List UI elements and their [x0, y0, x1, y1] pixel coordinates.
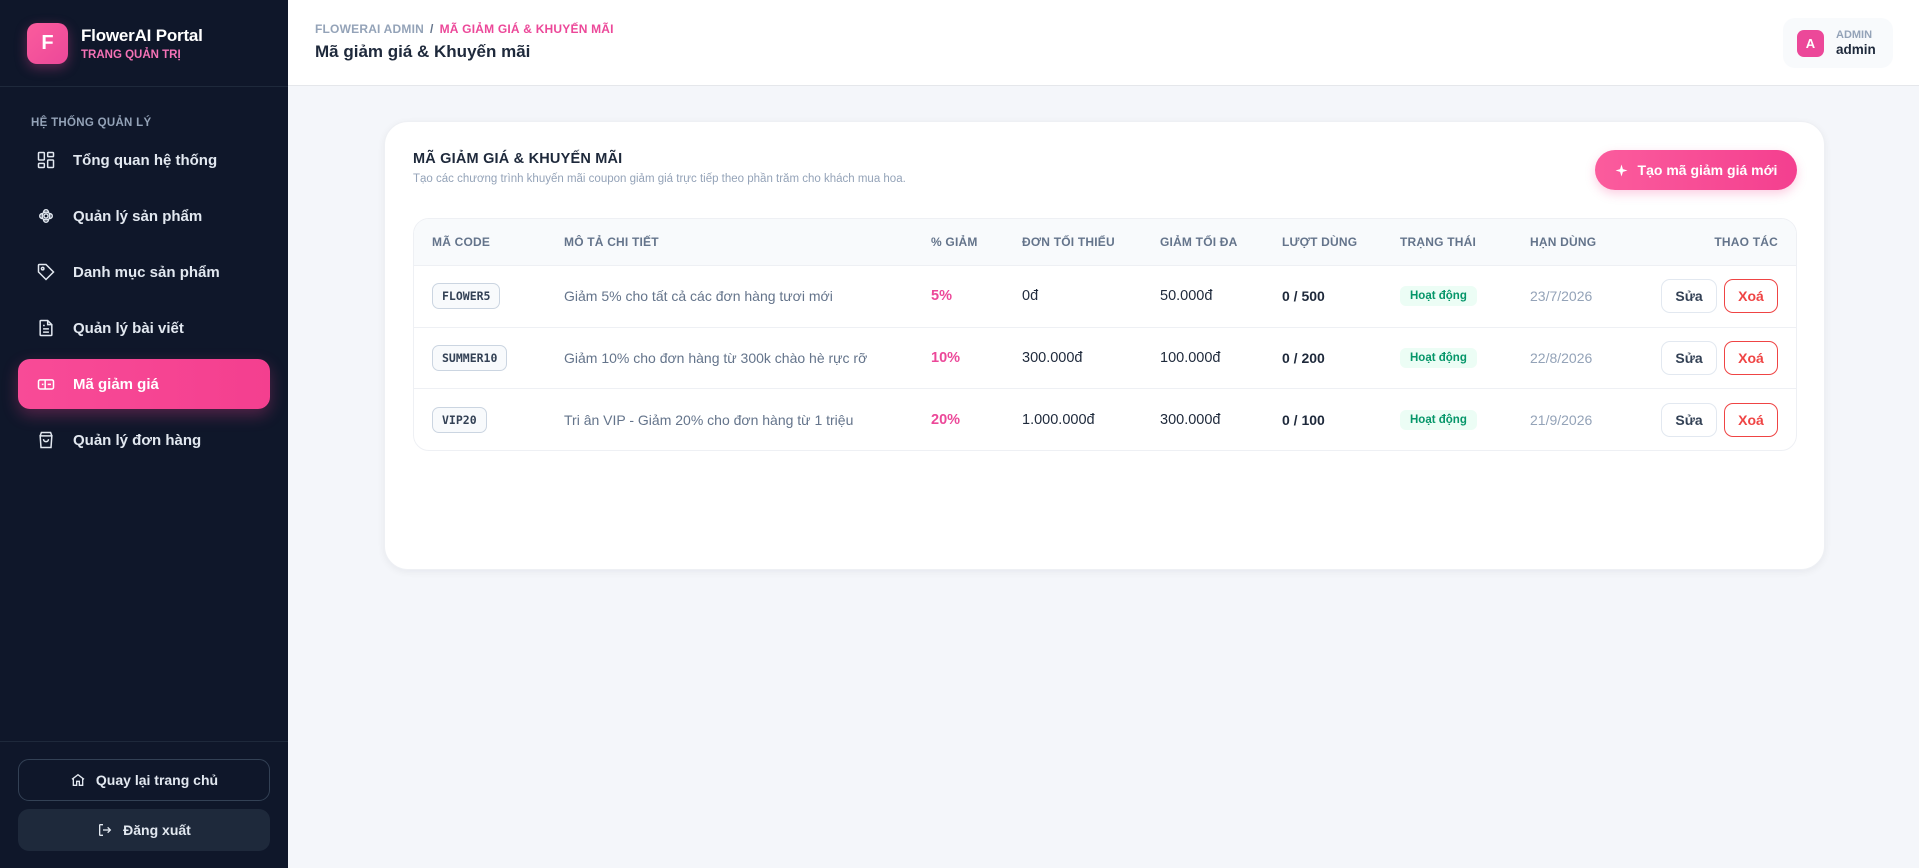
sparkle-icon — [1615, 164, 1628, 176]
back-home-button[interactable]: Quay lại trang chủ — [18, 759, 270, 801]
col-header-code: MÃ CODE — [432, 235, 491, 249]
sidebar-item-orders[interactable]: Quản lý đơn hàng — [18, 415, 270, 465]
edit-button[interactable]: Sửa — [1661, 279, 1717, 314]
coupon-min-order: 300.000đ — [1022, 349, 1083, 366]
col-header-max: GIẢM TỐI ĐA — [1160, 235, 1238, 249]
sidebar-item-label: Quản lý bài viết — [73, 319, 184, 337]
coupon-expiry: 22/8/2026 — [1530, 349, 1593, 366]
coupon-pct: 5% — [931, 288, 952, 305]
coupon-desc: Giảm 10% cho đơn hàng từ 300k chào hè rự… — [564, 349, 868, 366]
user-menu[interactable]: A ADMIN admin — [1783, 18, 1893, 68]
logout-button[interactable]: Đăng xuất — [18, 809, 270, 851]
edit-button[interactable]: Sửa — [1661, 340, 1717, 375]
status-badge: Hoạt động — [1400, 286, 1477, 307]
coupon-code: VIP20 — [432, 406, 487, 433]
breadcrumb-current: MÃ GIẢM GIÁ & KHUYẾN MÃI — [439, 22, 614, 36]
document-icon — [39, 319, 53, 337]
sidebar-item-label: Danh mục sản phẩm — [73, 263, 220, 281]
col-header-expiry: HẠN DÙNG — [1530, 235, 1597, 249]
table-row: VIP20 Tri ân VIP - Giảm 20% cho đơn hàng… — [414, 389, 1796, 450]
table-row: FLOWER5 Giảm 5% cho tất cả các đơn hàng … — [414, 266, 1796, 328]
shopping-bag-icon — [39, 431, 53, 449]
coupon-min-order: 0đ — [1022, 288, 1039, 305]
logout-label: Đăng xuất — [123, 822, 191, 838]
table-row: SUMMER10 Giảm 10% cho đơn hàng từ 300k c… — [414, 328, 1796, 389]
flower-icon — [38, 208, 54, 224]
sidebar-item-categories[interactable]: Danh mục sản phẩm — [18, 247, 270, 297]
brand-name: FlowerAI Portal — [81, 25, 203, 45]
coupon-min-order: 1.000.000đ — [1022, 411, 1095, 428]
coupon-usage: 0 / 200 — [1282, 349, 1325, 366]
brand-text: FlowerAI Portal TRANG QUẢN TRỊ — [81, 26, 203, 61]
coupon-code: SUMMER10 — [432, 344, 508, 371]
col-header-usage: LƯỢT DÙNG — [1282, 235, 1358, 249]
user-role: ADMIN — [1836, 29, 1873, 41]
brand-logo: F — [27, 22, 68, 64]
sidebar-item-coupons[interactable]: Mã giảm giá — [18, 359, 270, 409]
coupon-pct: 20% — [931, 411, 961, 428]
sidebar-item-articles[interactable]: Quản lý bài viết — [18, 303, 270, 353]
tag-icon — [37, 263, 55, 281]
sidebar-item-label: Quản lý đơn hàng — [73, 431, 202, 449]
table-header: MÃ CODE MÔ TẢ CHI TIẾT % GIẢM ĐƠN TỐI TH… — [414, 219, 1796, 266]
sidebar-nav: Tổng quan hệ thống Quản lý sản phẩm Danh… — [0, 135, 288, 465]
create-coupon-label: Tạo mã giảm giá mới — [1637, 162, 1778, 178]
col-header-status: TRẠNG THÁI — [1400, 235, 1476, 249]
top-header: FLOWERAI ADMIN / MÃ GIẢM GIÁ & KHUYẾN MÃ… — [288, 0, 1919, 86]
create-coupon-button[interactable]: Tạo mã giảm giá mới — [1595, 150, 1797, 190]
col-header-min: ĐƠN TỐI THIỂU — [1022, 235, 1115, 249]
breadcrumb-separator: / — [430, 22, 434, 36]
logout-icon — [99, 824, 112, 836]
brand: F FlowerAI Portal TRANG QUẢN TRỊ — [0, 0, 288, 87]
user-name: admin — [1836, 42, 1876, 57]
user-info: ADMIN admin — [1836, 29, 1876, 57]
sidebar-item-products[interactable]: Quản lý sản phẩm — [18, 191, 270, 241]
ticket-icon — [37, 379, 55, 390]
grid-icon — [37, 151, 55, 169]
delete-button[interactable]: Xoá — [1724, 340, 1778, 375]
status-badge: Hoạt động — [1400, 409, 1477, 430]
back-home-label: Quay lại trang chủ — [95, 772, 219, 788]
coupon-expiry: 23/7/2026 — [1530, 288, 1593, 305]
edit-button[interactable]: Sửa — [1661, 402, 1717, 437]
coupon-max-discount: 100.000đ — [1160, 349, 1221, 366]
brand-subtitle: TRANG QUẢN TRỊ — [81, 48, 181, 61]
sidebar-item-label: Quản lý sản phẩm — [73, 207, 203, 225]
status-badge: Hoạt động — [1400, 347, 1477, 368]
coupon-max-discount: 50.000đ — [1160, 288, 1213, 305]
sidebar-item-label: Tổng quan hệ thống — [73, 151, 218, 169]
coupon-expiry: 21/9/2026 — [1530, 411, 1593, 428]
nav-section-label: HỆ THỐNG QUẢN LÝ — [31, 117, 152, 129]
coupon-usage: 0 / 100 — [1282, 411, 1325, 428]
sidebar-item-dashboard[interactable]: Tổng quan hệ thống — [18, 135, 270, 185]
sidebar-bottom: Quay lại trang chủ Đăng xuất — [0, 741, 288, 868]
card-title: MÃ GIẢM GIÁ & KHUYẾN MÃI — [413, 151, 623, 167]
breadcrumb-root[interactable]: FLOWERAI ADMIN — [315, 22, 424, 36]
coupon-card: MÃ GIẢM GIÁ & KHUYẾN MÃI Tạo các chương … — [384, 121, 1825, 570]
col-header-desc: MÔ TẢ CHI TIẾT — [564, 235, 659, 249]
delete-button[interactable]: Xoá — [1724, 402, 1778, 437]
coupon-table: MÃ CODE MÔ TẢ CHI TIẾT % GIẢM ĐƠN TỐI TH… — [413, 218, 1797, 451]
coupon-usage: 0 / 500 — [1282, 288, 1325, 305]
home-icon — [71, 773, 85, 786]
coupon-desc: Tri ân VIP - Giảm 20% cho đơn hàng từ 1 … — [564, 411, 854, 428]
coupon-desc: Giảm 5% cho tất cả các đơn hàng tươi mới — [564, 288, 833, 305]
sidebar: F FlowerAI Portal TRANG QUẢN TRỊ HỆ THỐN… — [0, 0, 288, 868]
coupon-pct: 10% — [931, 349, 961, 366]
sidebar-item-label: Mã giảm giá — [73, 375, 159, 393]
page-title: Mã giảm giá & Khuyến mãi — [315, 42, 531, 61]
col-header-actions: THAO TÁC — [1714, 235, 1778, 249]
avatar: A — [1797, 29, 1824, 57]
coupon-max-discount: 300.000đ — [1160, 411, 1221, 428]
col-header-pct: % GIẢM — [931, 235, 978, 249]
delete-button[interactable]: Xoá — [1724, 279, 1778, 314]
card-subtitle: Tạo các chương trình khuyến mãi coupon g… — [413, 173, 906, 185]
coupon-code: FLOWER5 — [432, 283, 501, 310]
breadcrumb: FLOWERAI ADMIN / MÃ GIẢM GIÁ & KHUYẾN MÃ… — [315, 22, 614, 36]
